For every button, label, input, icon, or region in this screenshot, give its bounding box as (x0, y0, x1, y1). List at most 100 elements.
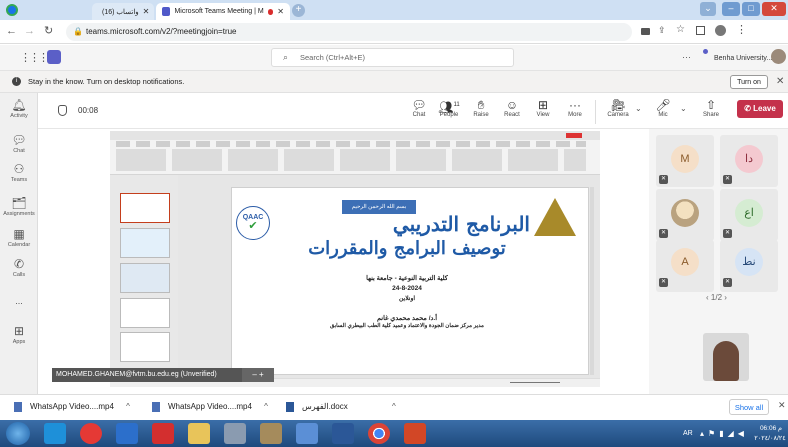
forward-icon[interactable]: → (24, 25, 35, 37)
share-page-icon[interactable]: ⇪ (658, 25, 666, 36)
word-file-icon (286, 401, 294, 412)
profile-icon[interactable] (715, 25, 726, 36)
tab-search-button[interactable]: ⌄ (700, 2, 716, 16)
rail-item-more[interactable]: ... (0, 296, 38, 306)
presenter-role: مدير مركز ضمان الجودة والاعتماد وعميد كل… (330, 323, 484, 329)
close-window-button[interactable]: ✕ (762, 2, 786, 16)
chevron-up-icon[interactable]: ^ (264, 402, 268, 411)
media-player-icon[interactable] (116, 423, 138, 444)
rail-label: Calls (12, 272, 26, 278)
rail-item-apps[interactable]: ⊞ Apps (0, 324, 38, 345)
chevron-right-icon[interactable]: › (722, 293, 727, 302)
participant-avatar: نط (735, 248, 763, 276)
rail-item-calls[interactable]: ✆ Calls (0, 257, 38, 278)
pagination[interactable]: ‹ 1/2 › (706, 293, 727, 302)
teams-logo-icon (47, 50, 61, 64)
download-item[interactable]: WhatsApp Video....mp4 ^ (14, 400, 130, 414)
leave-button[interactable]: ✆ Leave (737, 100, 783, 118)
mic-icon: 🎤︎ (655, 98, 671, 112)
turn-on-button[interactable]: Turn on (730, 75, 768, 89)
share-button[interactable]: ⇧ Share (696, 98, 726, 118)
chat-button[interactable]: 💬︎ Chat (404, 98, 434, 118)
tab-whatsapp[interactable]: (16) واتساب ✕ (92, 3, 154, 20)
pdf-icon[interactable] (152, 423, 174, 444)
participant-tile[interactable]: دا ✕ (720, 135, 778, 187)
participant-tile[interactable]: اع ✕ (720, 189, 778, 241)
maximize-button[interactable]: □ (742, 2, 760, 16)
participant-tile[interactable]: M ✕ (656, 135, 714, 187)
camera-indicator-icon[interactable] (641, 28, 650, 35)
participant-tile[interactable]: A ✕ (656, 240, 714, 292)
view-button[interactable]: ⊞ View (528, 98, 558, 118)
rail-item-teams[interactable]: ⚇ Teams (0, 162, 38, 183)
camera-button[interactable]: 🎥︎ Camera (603, 98, 633, 118)
react-button[interactable]: ☺ React (497, 98, 527, 118)
rail-item-assignments[interactable]: 🗂︎ Assignments (0, 196, 38, 217)
chrome-icon[interactable] (368, 423, 390, 444)
close-icon[interactable]: ✕ (277, 7, 284, 16)
rail-item-calendar[interactable]: ▦ Calendar (0, 227, 38, 248)
chevron-down-icon[interactable]: ⌄ (635, 104, 642, 113)
account-name[interactable]: Benha University... (714, 55, 772, 62)
self-video-tile[interactable] (703, 333, 749, 381)
show-all-button[interactable]: Show all (729, 399, 769, 415)
control-label: Raise (473, 112, 489, 118)
calendar-app-icon[interactable] (224, 423, 246, 444)
tab-teams-meeting[interactable]: Microsoft Teams Meeting | M ✕ (156, 3, 290, 20)
powerpoint-icon[interactable] (404, 423, 426, 444)
notification-bar: i Stay in the know. Turn on desktop noti… (0, 71, 788, 93)
mic-button[interactable]: 🎤︎ Mic (648, 98, 678, 118)
rail-item-activity[interactable]: 🔔︎ Activity (0, 98, 38, 119)
opera-icon[interactable] (80, 423, 102, 444)
recording-dot-icon (267, 8, 274, 15)
url-field[interactable]: 🔒 teams.microsoft.com/v2/?meetingjoin=tr… (66, 23, 632, 41)
tools-icon[interactable] (260, 423, 282, 444)
search-input[interactable]: ⌕ Search (Ctrl+Alt+E) (271, 48, 514, 67)
sidebar-icon[interactable] (696, 26, 705, 35)
close-icon[interactable]: ✕ (776, 76, 784, 87)
download-item[interactable]: الفهرس.docx ^ (286, 400, 396, 414)
slide-scrollbar[interactable] (590, 187, 594, 375)
mic-muted-icon: ✕ (659, 229, 668, 238)
app-launcher-icon[interactable]: ⋮⋮⋮ (20, 51, 49, 64)
control-label: People (439, 112, 459, 118)
url-text: teams.microsoft.com/v2/?meetingjoin=true (86, 27, 237, 36)
system-tray-icons[interactable]: ▴⚑▮◢◀ (700, 429, 748, 438)
info-icon: i (12, 77, 21, 86)
close-icon[interactable]: ✕ (143, 7, 150, 16)
start-button[interactable] (6, 422, 30, 445)
teams-icon: ⚇ (13, 162, 25, 176)
zoom-controls[interactable]: – + (242, 368, 274, 382)
rail-item-chat[interactable]: 💬︎ Chat (0, 133, 38, 154)
ie-icon[interactable] (44, 423, 66, 444)
clock-time[interactable]: 06:06 م (755, 424, 787, 432)
download-item[interactable]: WhatsApp Video....mp4 ^ (152, 400, 268, 414)
minimize-button[interactable]: – (722, 2, 740, 16)
more-button[interactable]: ··· More (560, 98, 590, 118)
close-icon[interactable]: ✕ (778, 400, 786, 411)
monitor-icon[interactable] (296, 423, 318, 444)
bookmark-star-icon[interactable]: ☆ (676, 24, 685, 35)
file-explorer-icon[interactable] (188, 423, 210, 444)
faculty-text: كلية التربية النوعية - جامعة بنها (366, 275, 448, 282)
chevron-up-icon[interactable]: ^ (392, 402, 396, 411)
participant-tile[interactable]: نط ✕ (720, 240, 778, 292)
word-icon[interactable] (332, 423, 354, 444)
input-language[interactable]: AR (683, 430, 693, 437)
reload-icon[interactable]: ↻ (44, 24, 53, 37)
camera-off-icon: 🎥︎ (610, 98, 626, 112)
participant-tile[interactable]: ✕ (656, 189, 714, 241)
chevron-up-icon[interactable]: ^ (126, 402, 130, 411)
control-label: View (536, 112, 550, 118)
raise-hand-button[interactable]: ✋︎ Raise (466, 98, 496, 118)
back-icon[interactable]: ← (6, 25, 17, 37)
clock-date[interactable]: ٢٠٢٤/٠٨/٢٤ (753, 434, 787, 442)
people-button[interactable]: 👥︎11 People (434, 98, 464, 118)
more-options-icon[interactable]: ··· (682, 52, 691, 62)
chevron-down-icon[interactable]: ⌄ (680, 104, 687, 113)
zoom-slider[interactable] (510, 382, 560, 383)
new-tab-button[interactable]: + (292, 4, 305, 17)
date-text: 24-8-2024 (392, 285, 422, 292)
avatar[interactable] (771, 49, 786, 64)
browser-menu-icon[interactable]: ⋮ (736, 23, 747, 36)
